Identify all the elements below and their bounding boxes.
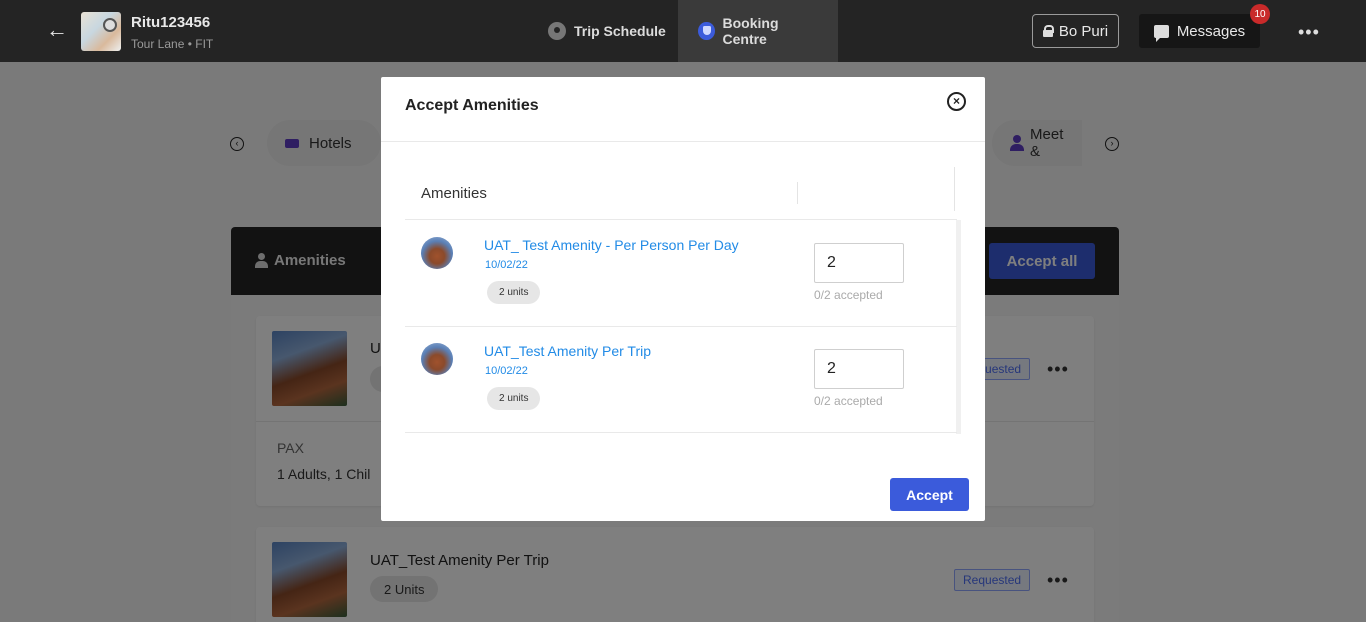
tab-label: Trip Schedule — [574, 23, 666, 39]
quantity-input[interactable] — [814, 243, 904, 283]
column-separator — [797, 182, 798, 204]
units-pill: 2 units — [487, 387, 541, 410]
trip-name: Ritu123456 — [131, 14, 211, 31]
trip-subtitle: Tour Lane • FIT — [131, 37, 214, 51]
divider — [405, 219, 957, 220]
messages-label: Messages — [1176, 22, 1246, 40]
more-options-icon[interactable]: ••• — [1298, 22, 1320, 43]
amenity-avatar — [421, 237, 453, 269]
amenity-name-link[interactable]: UAT_Test Amenity Per Trip — [484, 343, 651, 359]
column-header-amenities: Amenities — [421, 185, 487, 202]
trip-thumbnail — [81, 12, 121, 51]
messages-button[interactable]: Messages — [1139, 14, 1260, 48]
top-bar: ← Ritu123456 Tour Lane • FIT Trip Schedu… — [0, 0, 1366, 62]
map-pin-icon — [548, 22, 566, 40]
tab-booking-centre[interactable]: Booking Centre — [678, 0, 838, 62]
accept-button[interactable]: Accept — [890, 478, 969, 511]
tab-trip-schedule[interactable]: Trip Schedule — [528, 0, 686, 62]
amenity-avatar — [421, 343, 453, 375]
amenity-date: 10/02/22 — [485, 365, 528, 377]
amenity-row: UAT_ Test Amenity - Per Person Per Day 1… — [405, 221, 957, 327]
column-separator — [954, 167, 955, 211]
tab-label: Booking Centre — [722, 15, 779, 47]
close-icon[interactable]: × — [947, 92, 966, 111]
lock-icon — [1042, 25, 1054, 37]
amenity-row: UAT_Test Amenity Per Trip 10/02/22 2 uni… — [405, 327, 957, 433]
user-label: Bo Puri — [1058, 22, 1109, 40]
units-pill: 2 units — [487, 281, 541, 304]
quantity-input[interactable] — [814, 349, 904, 389]
chat-icon — [1153, 24, 1169, 42]
amenity-date: 10/02/22 — [485, 259, 528, 271]
messages-count-badge: 10 — [1250, 4, 1270, 24]
accepted-count: 0/2 accepted — [814, 288, 883, 302]
amenity-name-link[interactable]: UAT_ Test Amenity - Per Person Per Day — [484, 237, 739, 253]
back-arrow-icon[interactable]: ← — [46, 18, 70, 42]
accepted-count: 0/2 accepted — [814, 394, 883, 408]
divider — [381, 141, 985, 142]
modal-title: Accept Amenities — [405, 97, 539, 114]
user-button[interactable]: Bo Puri — [1032, 14, 1119, 48]
shield-icon — [698, 22, 715, 40]
accept-amenities-modal: Accept Amenities × Amenities UAT_ Test A… — [381, 77, 985, 521]
